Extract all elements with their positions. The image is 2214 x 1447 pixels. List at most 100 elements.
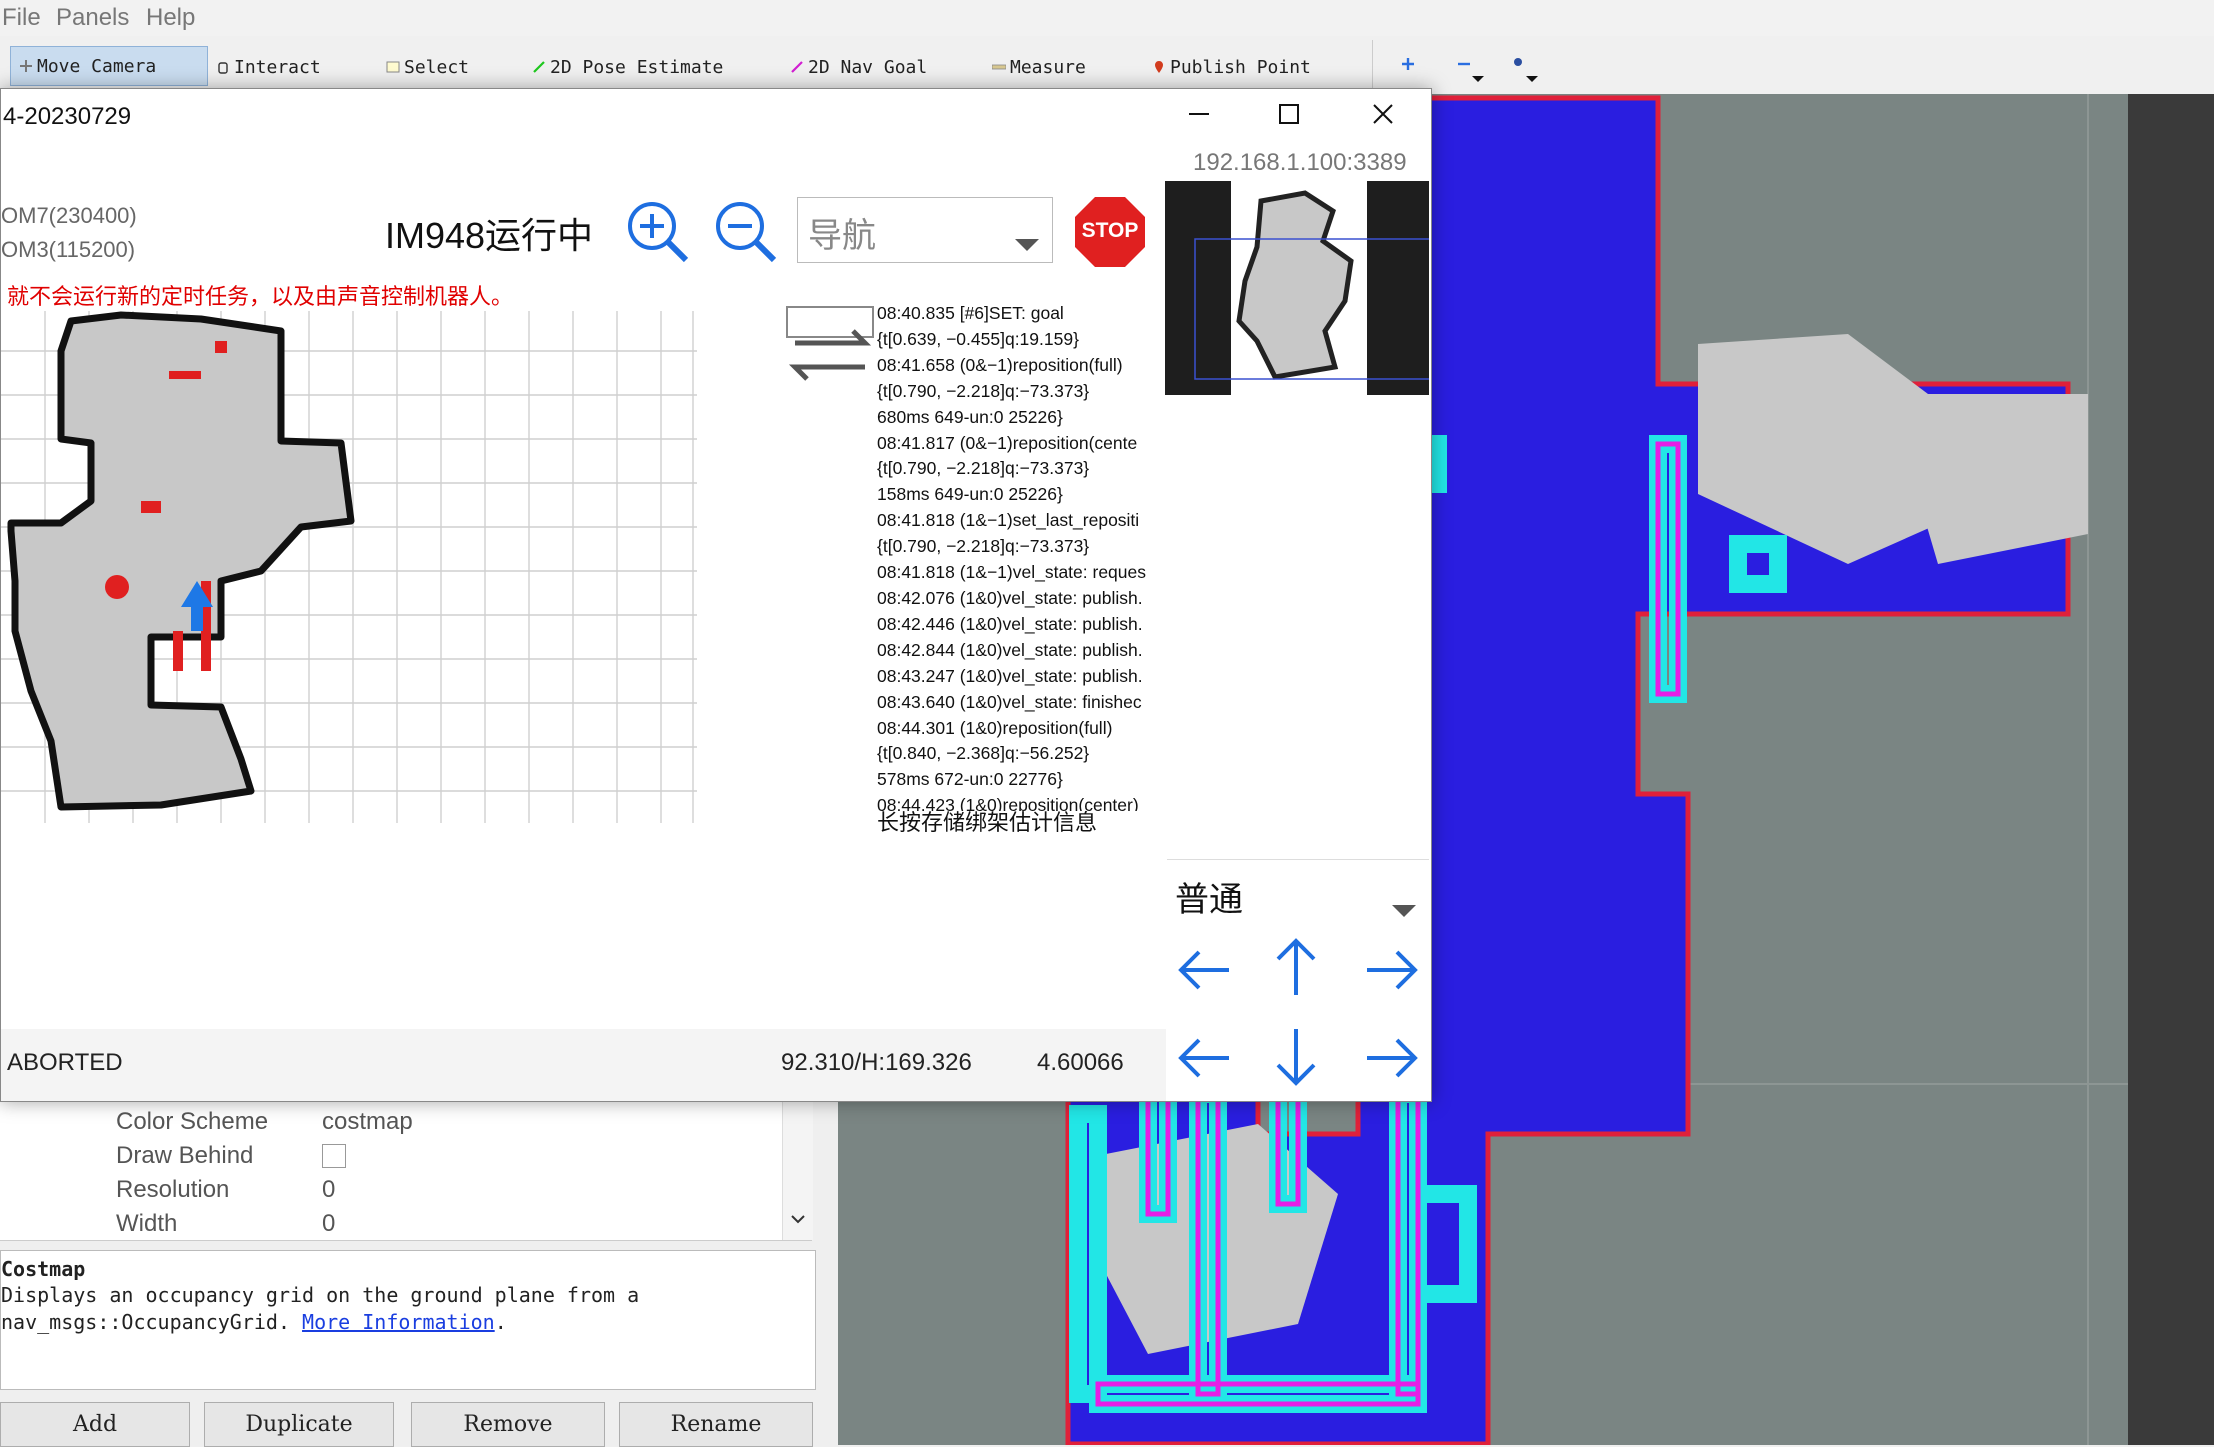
property-scrollbar[interactable] [782,1100,813,1240]
tool-measure-label: Measure [1010,56,1086,78]
warning-text: 就不会运行新的定时任务，以及由声音控制机器人。 [7,284,514,309]
log-footer-hint: 长按存储绑架估计信息 [877,810,1098,835]
port-item[interactable]: OM3(115200) [1,233,137,267]
running-status: IM948运行中 [385,215,594,256]
log-line: 08:42.844 (1&0)vel_state: publish. [877,639,1143,660]
maximize-icon [1279,104,1299,124]
minimize-button[interactable] [1169,97,1229,137]
add-button[interactable]: Add [0,1402,190,1447]
log-line: 08:42.076 (1&0)vel_state: publish. [877,587,1143,608]
log-line: 08:42.446 (1&0)vel_state: publish. [877,613,1143,634]
log-panel: 08:40.835 [#6]SET: goal {t[0.639, −0.455… [877,301,1167,811]
close-button[interactable] [1353,97,1413,137]
stop-button[interactable]: STOP [1073,195,1147,269]
log-line: {t[0.790, −2.218]q:−73.373} [877,380,1090,401]
toolbar: Move Camera Interact Select 2D Pose Esti… [0,36,2214,95]
select-icon [386,61,400,73]
log-line: 158ms 649-un:0 25226} [877,484,1063,505]
pose-arrow-icon [533,61,545,73]
duplicate-button[interactable]: Duplicate [204,1402,394,1447]
log-line: 08:43.640 (1&0)vel_state: finishec [877,691,1142,712]
zoom-out-icon[interactable] [713,199,779,265]
move-camera-icon [20,60,32,72]
log-line: 08:41.818 (1&−1)vel_state: reques [877,562,1147,583]
local-map[interactable] [1,311,697,823]
motion-mode-select[interactable]: 普通 [1167,859,1429,927]
property-value[interactable]: 0 [322,1176,335,1204]
tool-2d-pose-estimate-label: 2D Pose Estimate [550,56,724,78]
property-row-width[interactable]: Width 0 [0,1206,812,1240]
arrow-left-icon[interactable] [1175,945,1233,995]
remove-button[interactable]: Remove [411,1402,605,1447]
remote-ip: 192.168.1.100:3389 [1193,149,1407,176]
minimap[interactable] [1165,181,1432,395]
tool-move-camera[interactable]: Move Camera [10,46,208,86]
tool-publish-point-label: Publish Point [1170,56,1311,78]
property-value[interactable]: 0 [322,1210,335,1238]
property-key: Color Scheme [116,1108,269,1135]
swap-arrows-icon[interactable] [785,305,875,391]
rotate-right-icon[interactable] [1363,1033,1421,1083]
pose-readout: 92.310/H:169.326 [781,1049,972,1076]
tool-2d-pose-estimate[interactable]: 2D Pose Estimate [532,52,723,82]
log-line: 08:41.817 (0&−1)reposition(cente [877,432,1138,453]
property-row-resolution[interactable]: Resolution 0 [0,1172,812,1206]
ruler-icon [992,64,1006,70]
add-tool-icon[interactable] [1400,56,1416,72]
arrow-up-icon[interactable] [1271,935,1321,999]
direction-pad [1167,925,1431,1101]
nav-mode-select[interactable]: 导航 [797,197,1053,263]
tool-2d-nav-goal[interactable]: 2D Nav Goal [790,52,927,82]
arrow-right-icon[interactable] [1363,945,1421,995]
log-line: 08:43.247 (1&0)vel_state: publish. [877,665,1143,686]
menu-help[interactable]: Help [146,4,195,32]
log-line: 680ms 649-un:0 25226} [877,406,1063,427]
property-key: Resolution [116,1176,230,1203]
chevron-down-icon[interactable] [789,1212,807,1226]
motion-mode-value: 普通 [1175,881,1243,919]
minimize-icon [1189,113,1209,115]
rename-button[interactable]: Rename [619,1402,813,1447]
nav-mode-value: 导航 [808,217,876,255]
hand-icon [218,62,228,74]
maximize-button[interactable] [1259,97,1319,137]
description-title: Costmap [1,1257,86,1281]
toolbar-separator [1372,40,1373,90]
rotate-left-icon[interactable] [1175,1033,1233,1083]
tool-interact-label: Interact [234,56,321,78]
log-line: {t[0.790, −2.218]q:−73.373} [877,458,1090,479]
tool-interact[interactable]: Interact [216,52,321,82]
property-row-draw-behind[interactable]: Draw Behind [0,1138,812,1172]
log-line: {t[0.840, −2.368]q:−56.252} [877,743,1090,764]
menu-file[interactable]: File [2,4,41,32]
tool-move-camera-label: Move Camera [37,55,157,77]
window-title: 4-20230729 [3,103,132,130]
view-options-icon[interactable] [1510,54,1544,86]
nav-goal-arrow-icon [791,61,803,73]
tool-measure[interactable]: Measure [992,52,1086,82]
window-titlebar[interactable]: 4-20230729 [1,89,1431,145]
tool-select[interactable]: Select [386,52,469,82]
log-line: 08:40.835 [#6]SET: goal [877,303,1064,323]
property-row-color-scheme[interactable]: Color Scheme costmap [0,1104,812,1138]
port-item[interactable]: OM7(230400) [1,199,137,233]
more-information-link[interactable]: More Information [302,1310,495,1334]
stop-label: STOP [1081,219,1139,242]
log-line: 08:41.658 (0&−1)reposition(full) [877,354,1123,375]
arrow-down-icon[interactable] [1271,1025,1321,1089]
property-table: Color Scheme costmap Draw Behind Resolut… [0,1100,812,1241]
log-line: 578ms 672-un:0 22776} [877,769,1063,790]
log-line: {t[0.639, −0.455]q:19.159} [877,328,1079,349]
log-line: 08:44.301 (1&0)reposition(full) [877,717,1113,738]
tool-publish-point[interactable]: Publish Point [1152,52,1311,82]
description-text: Displays an occupancy grid on the ground… [1,1283,640,1307]
description-box: Costmap Displays an occupancy grid on th… [0,1250,816,1390]
status-bar: ABORTED 92.310/H:169.326 4.60066 [1,1029,1166,1101]
description-class: nav_msgs::OccupancyGrid. [1,1310,290,1334]
draw-behind-checkbox[interactable] [322,1144,346,1168]
remove-tool-icon[interactable] [1456,56,1490,86]
zoom-in-icon[interactable] [625,199,691,265]
property-key: Width [116,1210,178,1237]
property-value[interactable]: costmap [322,1108,413,1136]
menu-panels[interactable]: Panels [56,4,129,32]
